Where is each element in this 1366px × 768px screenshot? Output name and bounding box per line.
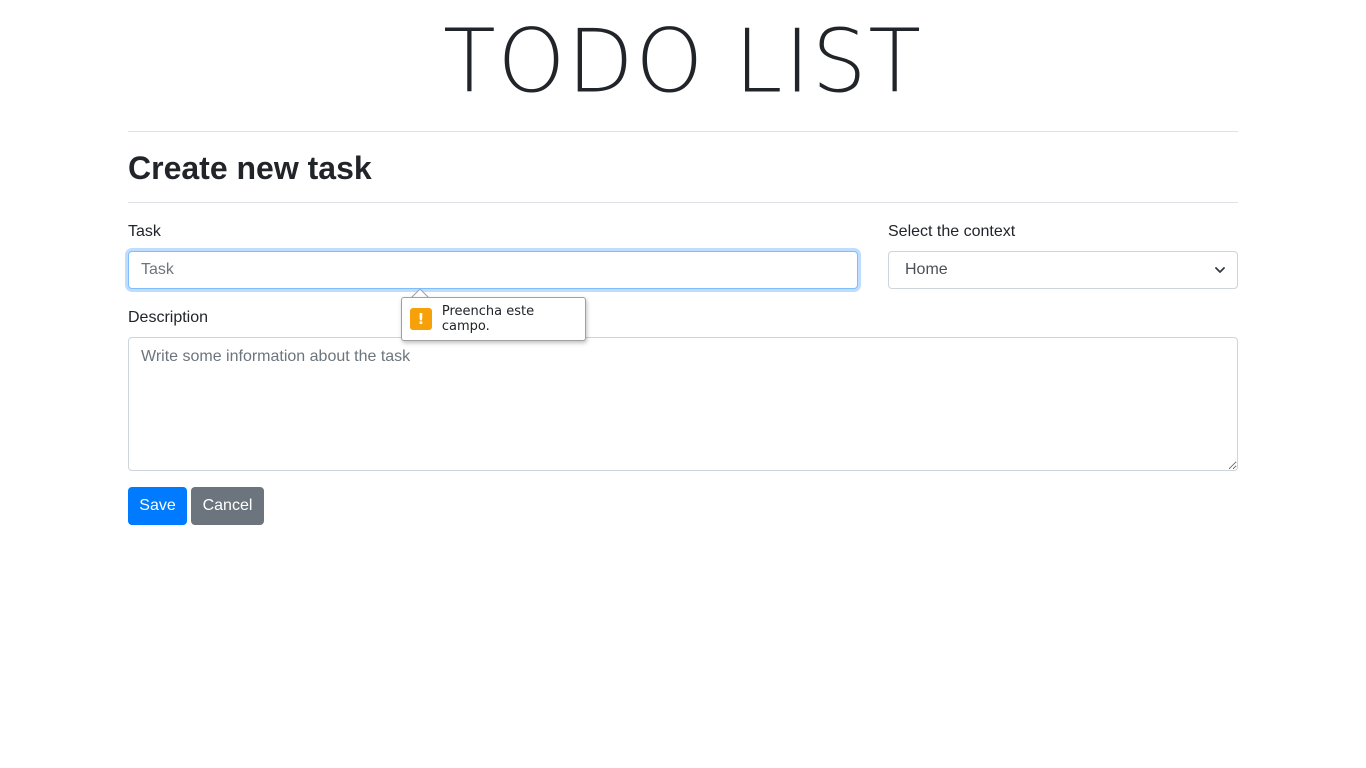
- cancel-button[interactable]: Cancel: [191, 487, 264, 525]
- description-label: Description: [128, 309, 209, 326]
- save-button[interactable]: Save: [128, 487, 187, 525]
- app-title: TODO LIST: [443, 11, 923, 113]
- validation-tooltip: ! Preencha este campo.: [401, 297, 586, 341]
- header-divider: [128, 131, 1238, 132]
- heading-divider: [128, 202, 1238, 203]
- context-label: Select the context: [888, 223, 1016, 240]
- context-selected-value: Home: [905, 261, 948, 278]
- chevron-down-icon: [1215, 265, 1225, 275]
- task-label: Task: [128, 223, 161, 240]
- task-input[interactable]: [128, 251, 858, 289]
- context-select[interactable]: Home: [888, 251, 1238, 289]
- form-heading: Create new task: [128, 150, 372, 186]
- validation-message: Preencha este campo.: [441, 304, 535, 334]
- warning-icon: !: [410, 308, 432, 330]
- description-textarea[interactable]: [128, 337, 1238, 471]
